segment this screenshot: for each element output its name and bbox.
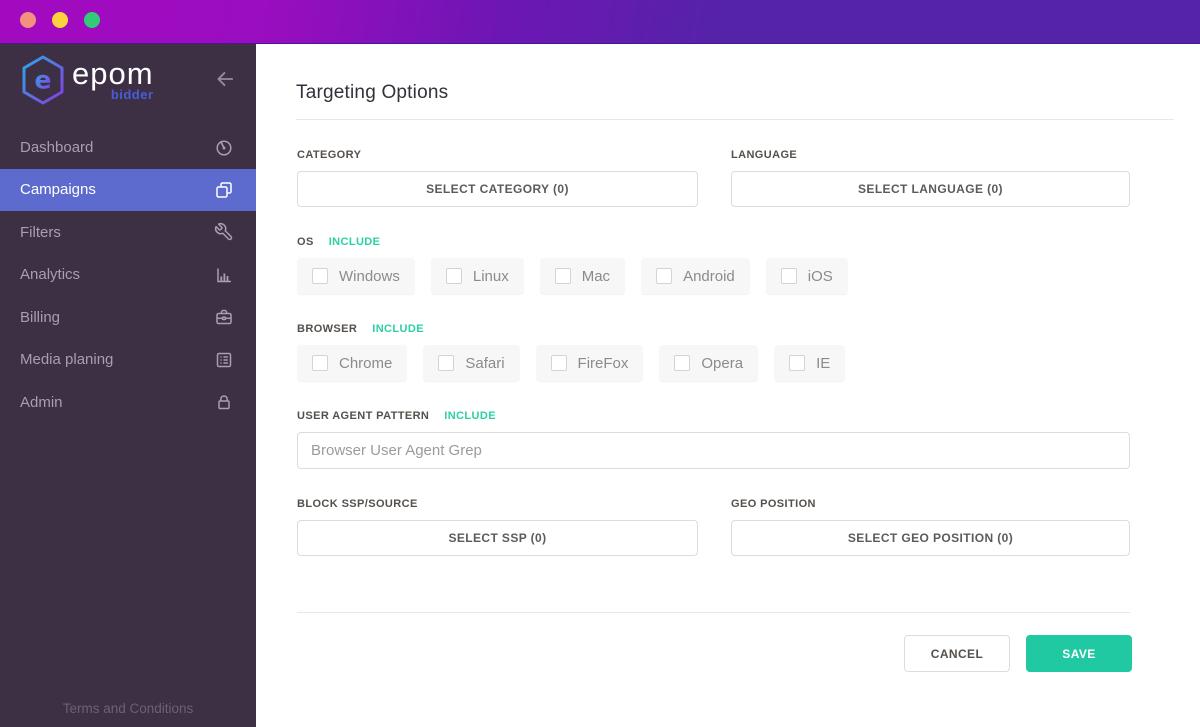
cancel-button[interactable]: CANCEL xyxy=(904,635,1010,672)
checkbox-label: Linux xyxy=(472,267,509,285)
checkbox-label: iOS xyxy=(807,267,833,285)
gauge-icon xyxy=(214,137,234,157)
copy-icon xyxy=(214,180,234,200)
minimize-window-button[interactable] xyxy=(52,12,68,28)
app-window: e epom bidder Dashboard Campaigns Filter… xyxy=(0,0,1200,727)
browser-option-opera[interactable]: Opera xyxy=(659,345,759,381)
os-option-windows[interactable]: Windows xyxy=(297,258,415,294)
user-agent-pattern-input[interactable] xyxy=(297,432,1130,469)
checkbox[interactable] xyxy=(554,268,571,284)
checkbox[interactable] xyxy=(312,355,328,371)
select-geo-position-button[interactable]: SELECT GEO POSITION (0) xyxy=(731,520,1130,556)
page-title: Targeting Options xyxy=(296,82,449,103)
checkbox[interactable] xyxy=(312,268,328,284)
sidebar-item-label: Analytics xyxy=(20,266,81,284)
sidebar-item-label: Campaigns xyxy=(20,181,96,199)
checkbox-label: Android xyxy=(683,267,735,285)
select-category-button[interactable]: SELECT CATEGORY (0) xyxy=(297,171,698,207)
terms-and-conditions-link[interactable]: Terms and Conditions xyxy=(0,701,256,716)
save-button[interactable]: SAVE xyxy=(1026,635,1132,672)
zoom-window-button[interactable] xyxy=(84,12,100,28)
main-content: Targeting Options CATEGORY SELECT CATEGO… xyxy=(256,44,1200,727)
targeting-form: CATEGORY SELECT CATEGORY (0) LANGUAGE SE… xyxy=(256,120,1132,672)
geo-position-label: GEO POSITION xyxy=(731,498,816,510)
os-field: OS INCLUDE Windows Linux Mac Android iOS xyxy=(297,236,1130,294)
checkbox[interactable] xyxy=(656,268,673,284)
os-label: OS xyxy=(297,236,314,248)
checkbox-label: Opera xyxy=(701,354,744,372)
brand-name: epom xyxy=(72,56,154,91)
user-agent-field: USER AGENT PATTERN INCLUDE xyxy=(297,410,1130,469)
checkbox-label: Mac xyxy=(581,267,611,285)
os-option-linux[interactable]: Linux xyxy=(430,258,524,294)
checkbox[interactable] xyxy=(445,268,462,284)
user-agent-pattern-label: USER AGENT PATTERN xyxy=(297,410,430,422)
select-language-button[interactable]: SELECT LANGUAGE (0) xyxy=(731,171,1130,207)
sidebar-item-label: Billing xyxy=(20,308,61,326)
checkbox[interactable] xyxy=(789,355,806,371)
block-ssp-field: BLOCK SSP/SOURCE SELECT SSP (0) xyxy=(297,469,698,556)
checkbox-label: FireFox xyxy=(577,354,629,372)
window-controls xyxy=(20,12,100,28)
bar-chart-icon xyxy=(214,265,234,285)
user-agent-include-toggle[interactable]: INCLUDE xyxy=(444,410,496,422)
checkbox[interactable] xyxy=(674,355,691,371)
briefcase-icon xyxy=(214,307,234,327)
checkbox-label: IE xyxy=(816,354,831,372)
browser-option-chrome[interactable]: Chrome xyxy=(297,345,408,381)
form-actions: CANCEL SAVE xyxy=(297,635,1132,672)
sidebar-item-label: Admin xyxy=(20,393,63,411)
sidebar-item-label: Dashboard xyxy=(20,138,94,156)
browser-field: BROWSER INCLUDE Chrome Safari FireFox Op… xyxy=(297,323,1130,381)
browser-option-safari[interactable]: Safari xyxy=(423,345,520,381)
collapse-sidebar-icon[interactable] xyxy=(214,68,236,90)
language-label: LANGUAGE xyxy=(731,149,798,161)
category-field: CATEGORY SELECT CATEGORY (0) xyxy=(297,120,698,207)
lock-icon xyxy=(214,392,234,412)
sidebar-item-filters[interactable]: Filters xyxy=(0,211,256,254)
browser-label: BROWSER xyxy=(297,323,358,335)
browser-option-ie[interactable]: IE xyxy=(774,345,846,381)
checkbox-label: Chrome xyxy=(339,354,393,372)
logo-row: e epom bidder xyxy=(0,44,256,106)
epom-logo-icon: e xyxy=(22,55,64,105)
browser-options: Chrome Safari FireFox Opera IE xyxy=(297,345,1130,381)
checkbox[interactable] xyxy=(780,268,797,284)
wrench-icon xyxy=(214,222,234,242)
close-window-button[interactable] xyxy=(20,12,36,28)
sidebar-item-campaigns[interactable]: Campaigns xyxy=(0,168,256,211)
window-titlebar xyxy=(0,0,1200,44)
geo-position-field: GEO POSITION SELECT GEO POSITION (0) xyxy=(731,469,1130,556)
sidebar-item-label: Filters xyxy=(20,223,61,241)
sidebar-item-admin[interactable]: Admin xyxy=(0,381,256,424)
checkbox[interactable] xyxy=(438,355,455,371)
svg-text:e: e xyxy=(35,66,52,95)
checkbox-label: Windows xyxy=(339,267,400,285)
os-option-ios[interactable]: iOS xyxy=(765,258,848,294)
os-options: Windows Linux Mac Android iOS xyxy=(297,258,1130,294)
browser-include-toggle[interactable]: INCLUDE xyxy=(372,323,424,335)
checkbox-label: Safari xyxy=(465,354,505,372)
list-icon xyxy=(214,350,234,370)
sidebar-item-label: Media planing xyxy=(20,351,114,369)
select-ssp-button[interactable]: SELECT SSP (0) xyxy=(297,520,698,556)
actions-divider xyxy=(297,612,1130,613)
browser-option-firefox[interactable]: FireFox xyxy=(535,345,644,381)
sidebar-item-billing[interactable]: Billing xyxy=(0,296,256,339)
sidebar-item-analytics[interactable]: Analytics xyxy=(0,254,256,297)
sidebar: e epom bidder Dashboard Campaigns Filter… xyxy=(0,44,256,727)
checkbox[interactable] xyxy=(550,355,567,371)
sidebar-item-dashboard[interactable]: Dashboard xyxy=(0,126,256,169)
language-field: LANGUAGE SELECT LANGUAGE (0) xyxy=(731,120,1130,207)
category-label: CATEGORY xyxy=(297,149,362,161)
os-option-mac[interactable]: Mac xyxy=(539,258,626,294)
os-include-toggle[interactable]: INCLUDE xyxy=(329,236,381,248)
block-ssp-source-label: BLOCK SSP/SOURCE xyxy=(297,498,418,510)
sidebar-menu: Dashboard Campaigns Filters Analytics Bi… xyxy=(0,126,256,424)
sidebar-item-media-planing[interactable]: Media planing xyxy=(0,339,256,382)
os-option-android[interactable]: Android xyxy=(641,258,750,294)
